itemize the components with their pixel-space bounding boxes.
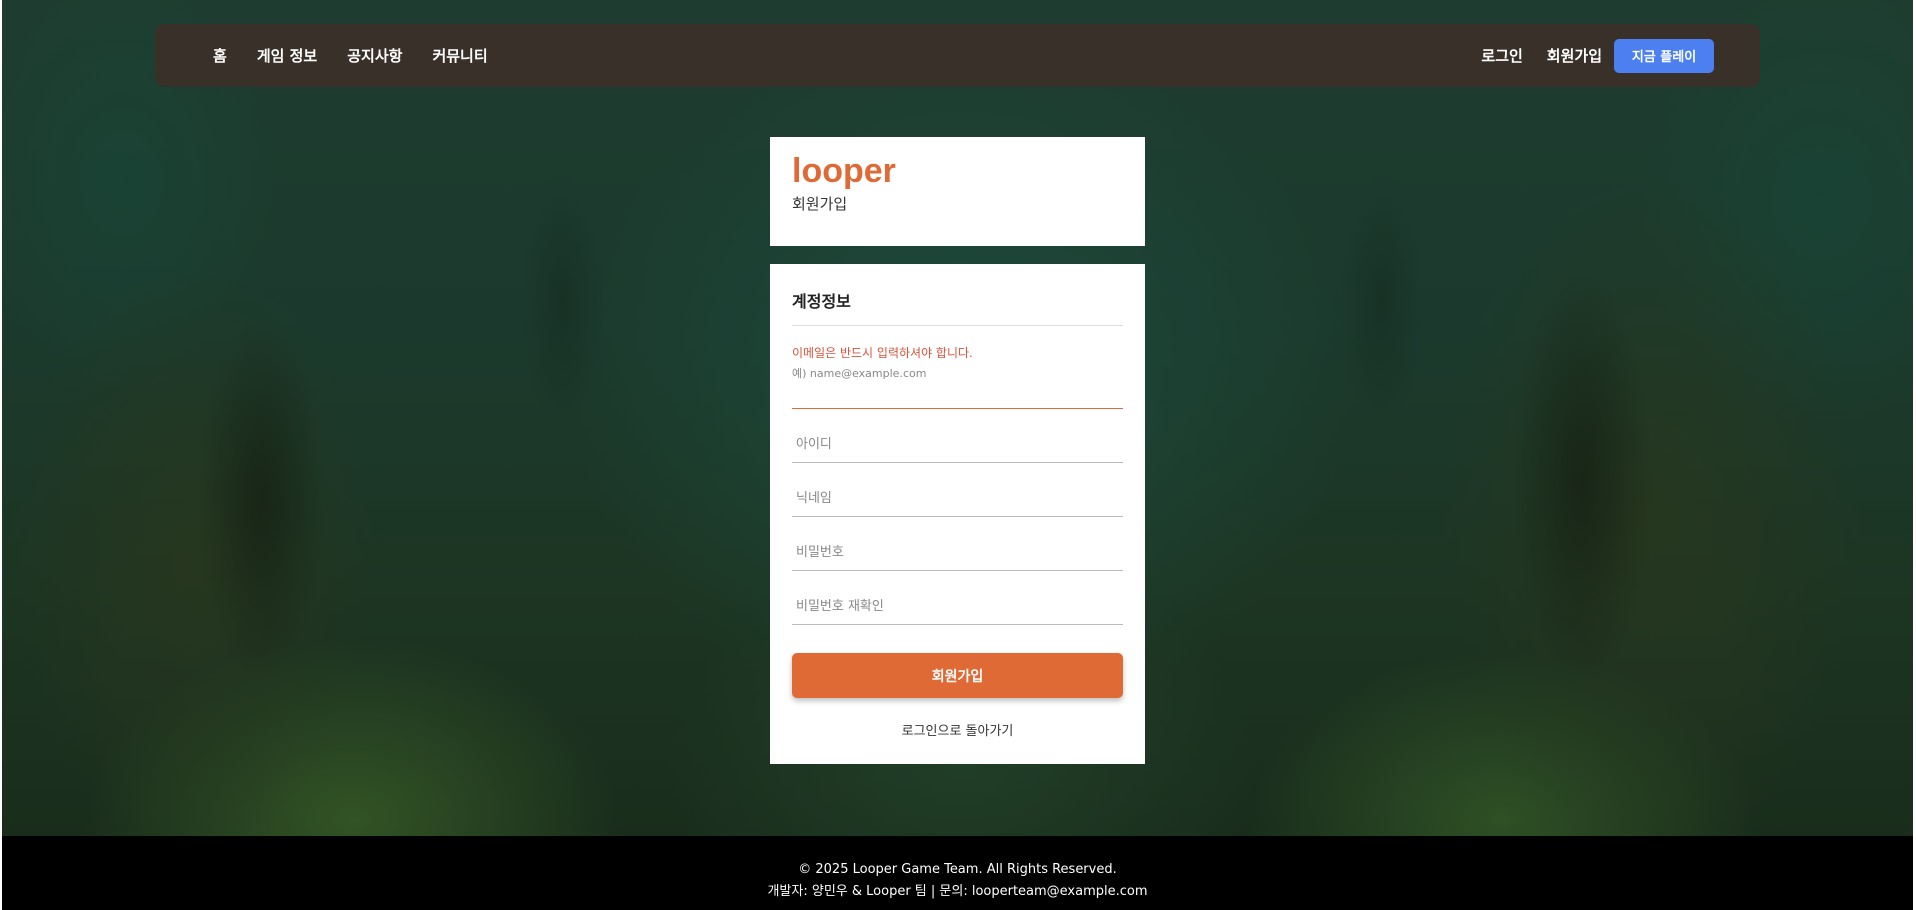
back-to-login-link[interactable]: 로그인으로 돌아가기 xyxy=(792,720,1123,739)
nav-login-link[interactable]: 로그인 xyxy=(1481,45,1522,66)
top-navbar: 홈 게임 정보 공지사항 커뮤니티 로그인 회원가입 지금 플레이 xyxy=(155,24,1760,87)
nav-link-home[interactable]: 홈 xyxy=(213,45,227,66)
id-input[interactable] xyxy=(792,427,1123,463)
account-section-title: 계정정보 xyxy=(792,288,1123,326)
page-footer: © 2025 Looper Game Team. All Rights Rese… xyxy=(2,836,1913,910)
page-title: 회원가입 xyxy=(792,195,848,213)
nickname-input[interactable] xyxy=(792,481,1123,517)
email-input[interactable] xyxy=(792,381,1123,409)
nav-link-game-info[interactable]: 게임 정보 xyxy=(257,45,317,66)
brand-card: looper 회원가입 xyxy=(770,137,1145,246)
password-input[interactable] xyxy=(792,535,1123,571)
nav-signup-link[interactable]: 회원가입 xyxy=(1547,45,1602,66)
password-confirm-input[interactable] xyxy=(792,589,1123,625)
footer-copyright: © 2025 Looper Game Team. All Rights Rese… xyxy=(798,862,1117,877)
nav-left-group: 홈 게임 정보 공지사항 커뮤니티 xyxy=(213,45,518,66)
signup-submit-button[interactable]: 회원가입 xyxy=(792,653,1123,698)
nav-link-notices[interactable]: 공지사항 xyxy=(347,45,402,66)
brand-logo-text: looper xyxy=(792,152,896,190)
nav-link-community[interactable]: 커뮤니티 xyxy=(432,45,487,66)
email-error-message: 이메일은 반드시 입력하셔야 합니다. xyxy=(792,346,973,360)
play-now-button[interactable]: 지금 플레이 xyxy=(1614,38,1714,73)
footer-credits: 개발자: 양민우 & Looper 팀 | 문의: looperteam@exa… xyxy=(767,884,1148,899)
email-hint: 예) name@example.com xyxy=(792,367,927,380)
signup-form: 계정정보 이메일은 반드시 입력하셔야 합니다. 예) name@example… xyxy=(770,264,1145,764)
nav-right-group: 로그인 회원가입 지금 플레이 xyxy=(1457,38,1714,73)
